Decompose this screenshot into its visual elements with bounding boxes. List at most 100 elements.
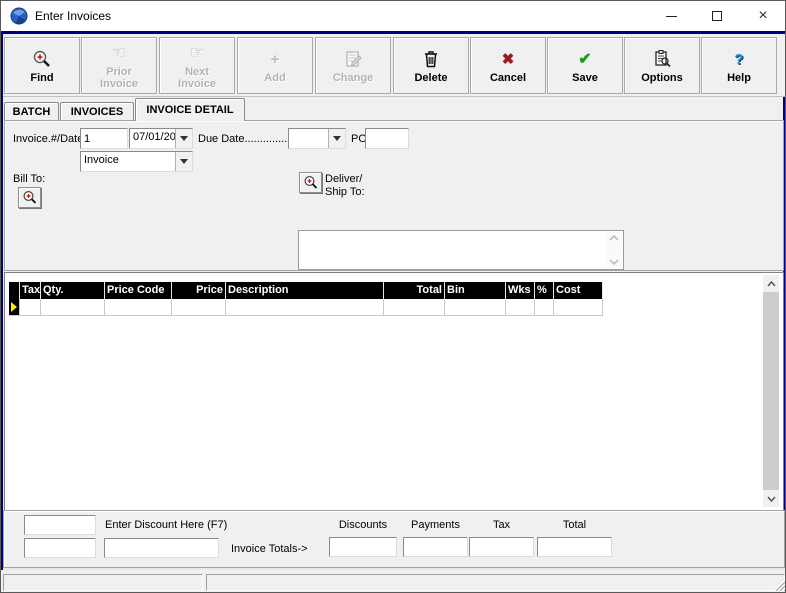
options-button[interactable]: Options	[624, 37, 700, 94]
cell-bin[interactable]	[445, 299, 506, 316]
app-icon	[10, 7, 28, 25]
tab-invoices[interactable]: INVOICES	[60, 102, 134, 120]
invoice-detail-panel: Invoice.#/Date......... 07/01/2019 Due D…	[4, 120, 784, 271]
due-date-combo[interactable]	[288, 128, 346, 149]
notes-scrollbar[interactable]	[607, 232, 622, 268]
discount-amount-field-2[interactable]	[24, 538, 96, 558]
cell-percent[interactable]	[535, 299, 554, 316]
payments-label: Payments	[403, 519, 468, 531]
discounts-total-field[interactable]	[329, 537, 397, 557]
magnifier-plus-icon	[22, 190, 38, 206]
change-label: Change	[333, 72, 373, 84]
discount-input[interactable]	[104, 538, 219, 558]
green-check-icon: ✔	[578, 47, 591, 71]
column-header-selector	[9, 282, 20, 299]
tax-total-field[interactable]	[469, 537, 534, 557]
tab-batch[interactable]: BATCH	[4, 102, 59, 120]
enter-invoices-window: Enter Invoices × Find ☜ Prior Invoice ☞ …	[0, 0, 786, 593]
column-header-description: Description	[226, 282, 384, 299]
chevron-down-icon	[767, 496, 776, 502]
status-panel-right	[206, 574, 785, 591]
column-header-price-code: Price Code	[105, 282, 172, 299]
scroll-up-button[interactable]	[763, 275, 779, 292]
column-header-cost: Cost	[554, 282, 603, 299]
ship-to-lookup-button[interactable]	[299, 172, 322, 193]
prior-invoice-button: ☜ Prior Invoice	[81, 37, 157, 94]
delete-label: Delete	[414, 72, 447, 84]
toolbar: Find ☜ Prior Invoice ☞ Next Invoice + Ad…	[3, 34, 785, 97]
cell-cost[interactable]	[554, 299, 603, 316]
cell-total[interactable]	[384, 299, 445, 316]
question-mark-icon: ?	[734, 47, 743, 71]
cell-wks[interactable]	[506, 299, 535, 316]
cell-price-code[interactable]	[105, 299, 172, 316]
invoice-number-input[interactable]	[80, 128, 128, 149]
po-input[interactable]	[365, 128, 409, 149]
help-button[interactable]: ? Help	[701, 37, 777, 94]
delete-button[interactable]: Delete	[393, 37, 469, 94]
chevron-up-icon	[609, 235, 619, 241]
add-button: + Add	[237, 37, 313, 94]
column-header-total: Total	[384, 282, 445, 299]
resize-grip-icon[interactable]	[773, 579, 785, 591]
column-header-price: Price	[172, 282, 226, 299]
find-magnifier-icon	[32, 47, 52, 71]
title-bar: Enter Invoices ×	[1, 1, 786, 31]
column-header-tax: Tax	[20, 282, 41, 299]
hand-left-icon: ☜	[111, 41, 126, 65]
next-invoice-button: ☞ Next Invoice	[159, 37, 235, 94]
grid-vertical-scrollbar[interactable]	[763, 275, 779, 507]
next-invoice-label: Next Invoice	[178, 66, 216, 90]
tab-invoice-detail[interactable]: INVOICE DETAIL	[135, 98, 245, 121]
maximize-button[interactable]	[694, 1, 740, 31]
bill-to-lookup-button[interactable]	[18, 187, 41, 208]
invoice-date-combo[interactable]: 07/01/2019	[129, 128, 193, 149]
column-header-bin: Bin	[445, 282, 506, 299]
grid-header-row: Tax Qty. Price Code Price Description To…	[9, 282, 603, 299]
minimize-button[interactable]	[648, 1, 694, 31]
save-button[interactable]: ✔ Save	[547, 37, 623, 94]
cell-qty[interactable]	[41, 299, 105, 316]
discounts-label: Discounts	[329, 519, 397, 531]
ship-to-notes-textarea[interactable]	[298, 230, 624, 270]
table-row[interactable]	[9, 299, 603, 316]
chevron-down-icon[interactable]	[328, 129, 345, 148]
magnifier-plus-icon	[303, 175, 319, 191]
cell-description[interactable]	[226, 299, 384, 316]
scroll-down-button[interactable]	[763, 490, 779, 507]
prior-invoice-label: Prior Invoice	[100, 66, 138, 90]
trash-icon	[422, 47, 440, 71]
window-title: Enter Invoices	[35, 9, 111, 23]
status-panel-left	[3, 574, 203, 591]
payments-total-field[interactable]	[403, 537, 468, 557]
column-header-qty: Qty.	[41, 282, 105, 299]
current-row-indicator	[9, 299, 20, 316]
find-button[interactable]: Find	[4, 37, 80, 94]
cell-price[interactable]	[172, 299, 226, 316]
cancel-label: Cancel	[490, 72, 526, 84]
save-label: Save	[572, 72, 598, 84]
deliver-ship-to-label: Deliver/ Ship To:	[325, 173, 365, 199]
find-label: Find	[30, 72, 53, 84]
hand-right-icon: ☞	[189, 41, 204, 65]
chevron-down-icon[interactable]	[175, 129, 192, 148]
discount-hint-label: Enter Discount Here (F7)	[105, 519, 227, 531]
due-date-value	[289, 129, 328, 148]
add-label: Add	[264, 72, 285, 84]
discount-amount-field-1[interactable]	[24, 515, 96, 535]
cancel-button[interactable]: ✖ Cancel	[470, 37, 546, 94]
help-label: Help	[727, 72, 751, 84]
grand-total-field[interactable]	[537, 537, 612, 557]
plus-icon: +	[271, 47, 280, 71]
invoice-type-combo[interactable]: Invoice	[80, 151, 193, 172]
invoice-date-value: 07/01/2019	[130, 129, 175, 148]
close-button[interactable]: ×	[740, 1, 786, 31]
bill-to-label: Bill To:	[13, 173, 45, 185]
tax-label: Tax	[469, 519, 534, 531]
scrollbar-thumb[interactable]	[763, 292, 779, 490]
options-label: Options	[641, 72, 683, 84]
tab-invoice-detail-label: INVOICE DETAIL	[146, 104, 233, 116]
cell-tax[interactable]	[20, 299, 41, 316]
chevron-down-icon	[609, 259, 619, 265]
chevron-down-icon[interactable]	[175, 152, 192, 171]
